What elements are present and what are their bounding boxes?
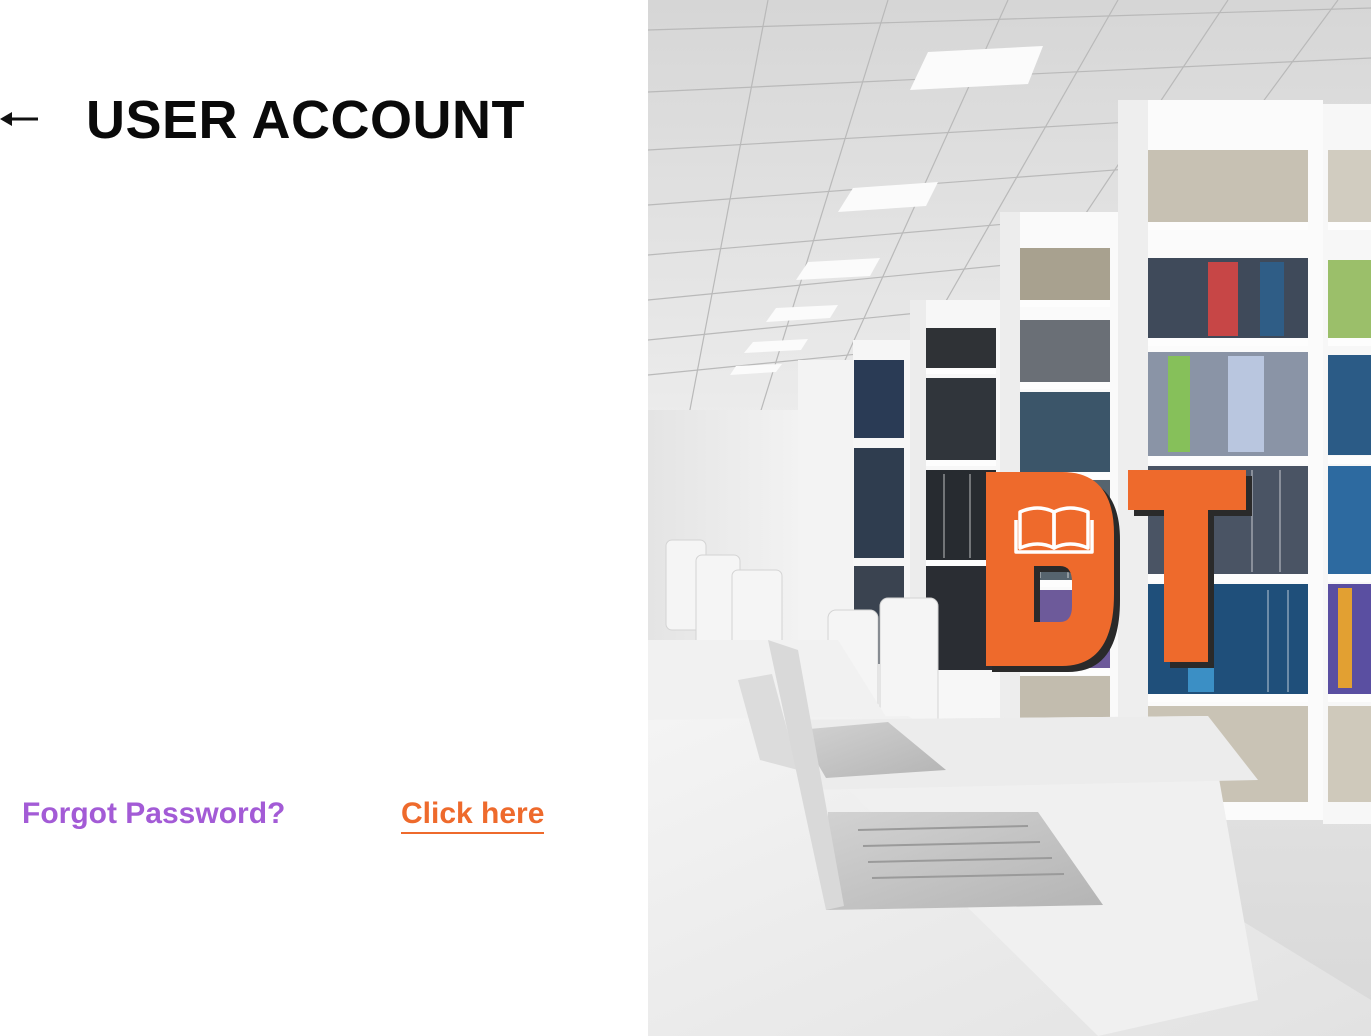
user-account-page: USER ACCOUNT Forgot Password? Click here (0, 0, 1371, 1036)
page-title: USER ACCOUNT (86, 90, 526, 150)
account-panel: USER ACCOUNT Forgot Password? Click here (0, 0, 648, 1036)
forgot-password-row: Forgot Password? Click here (22, 792, 622, 836)
back-button[interactable] (0, 100, 44, 136)
forgot-password-label: Forgot Password? (22, 797, 286, 830)
hero-image-panel (648, 0, 1371, 1036)
library-photo (648, 0, 1371, 1036)
arrow-left-icon (0, 112, 38, 126)
click-here-link[interactable]: Click here (401, 796, 545, 834)
